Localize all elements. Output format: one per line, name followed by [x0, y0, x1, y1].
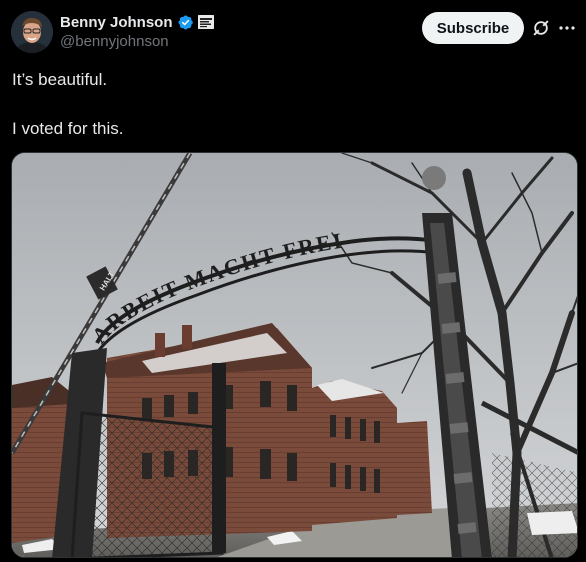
avatar[interactable]: [11, 11, 53, 53]
gate-photo: HALT ARBEIT MACHT FREI: [12, 153, 577, 557]
post-image[interactable]: HALT ARBEIT MACHT FREI: [11, 152, 578, 558]
author-handle[interactable]: @bennyjohnson: [60, 33, 169, 50]
grok-icon[interactable]: [531, 18, 551, 38]
post-text-line: I voted for this.: [12, 119, 124, 138]
subscribe-button[interactable]: Subscribe: [422, 12, 524, 44]
verified-badge-icon[interactable]: [177, 14, 194, 31]
more-options-icon[interactable]: [557, 18, 577, 38]
profile-photo: [11, 11, 53, 53]
author-name-row: Benny Johnson: [60, 11, 214, 33]
post-text-line: It’s beautiful.: [12, 70, 108, 89]
post: Benny Johnson @bennyjohnson Subscribe It…: [0, 0, 586, 562]
affiliation-badge-icon[interactable]: [197, 15, 214, 29]
author-display-name[interactable]: Benny Johnson: [60, 14, 173, 31]
